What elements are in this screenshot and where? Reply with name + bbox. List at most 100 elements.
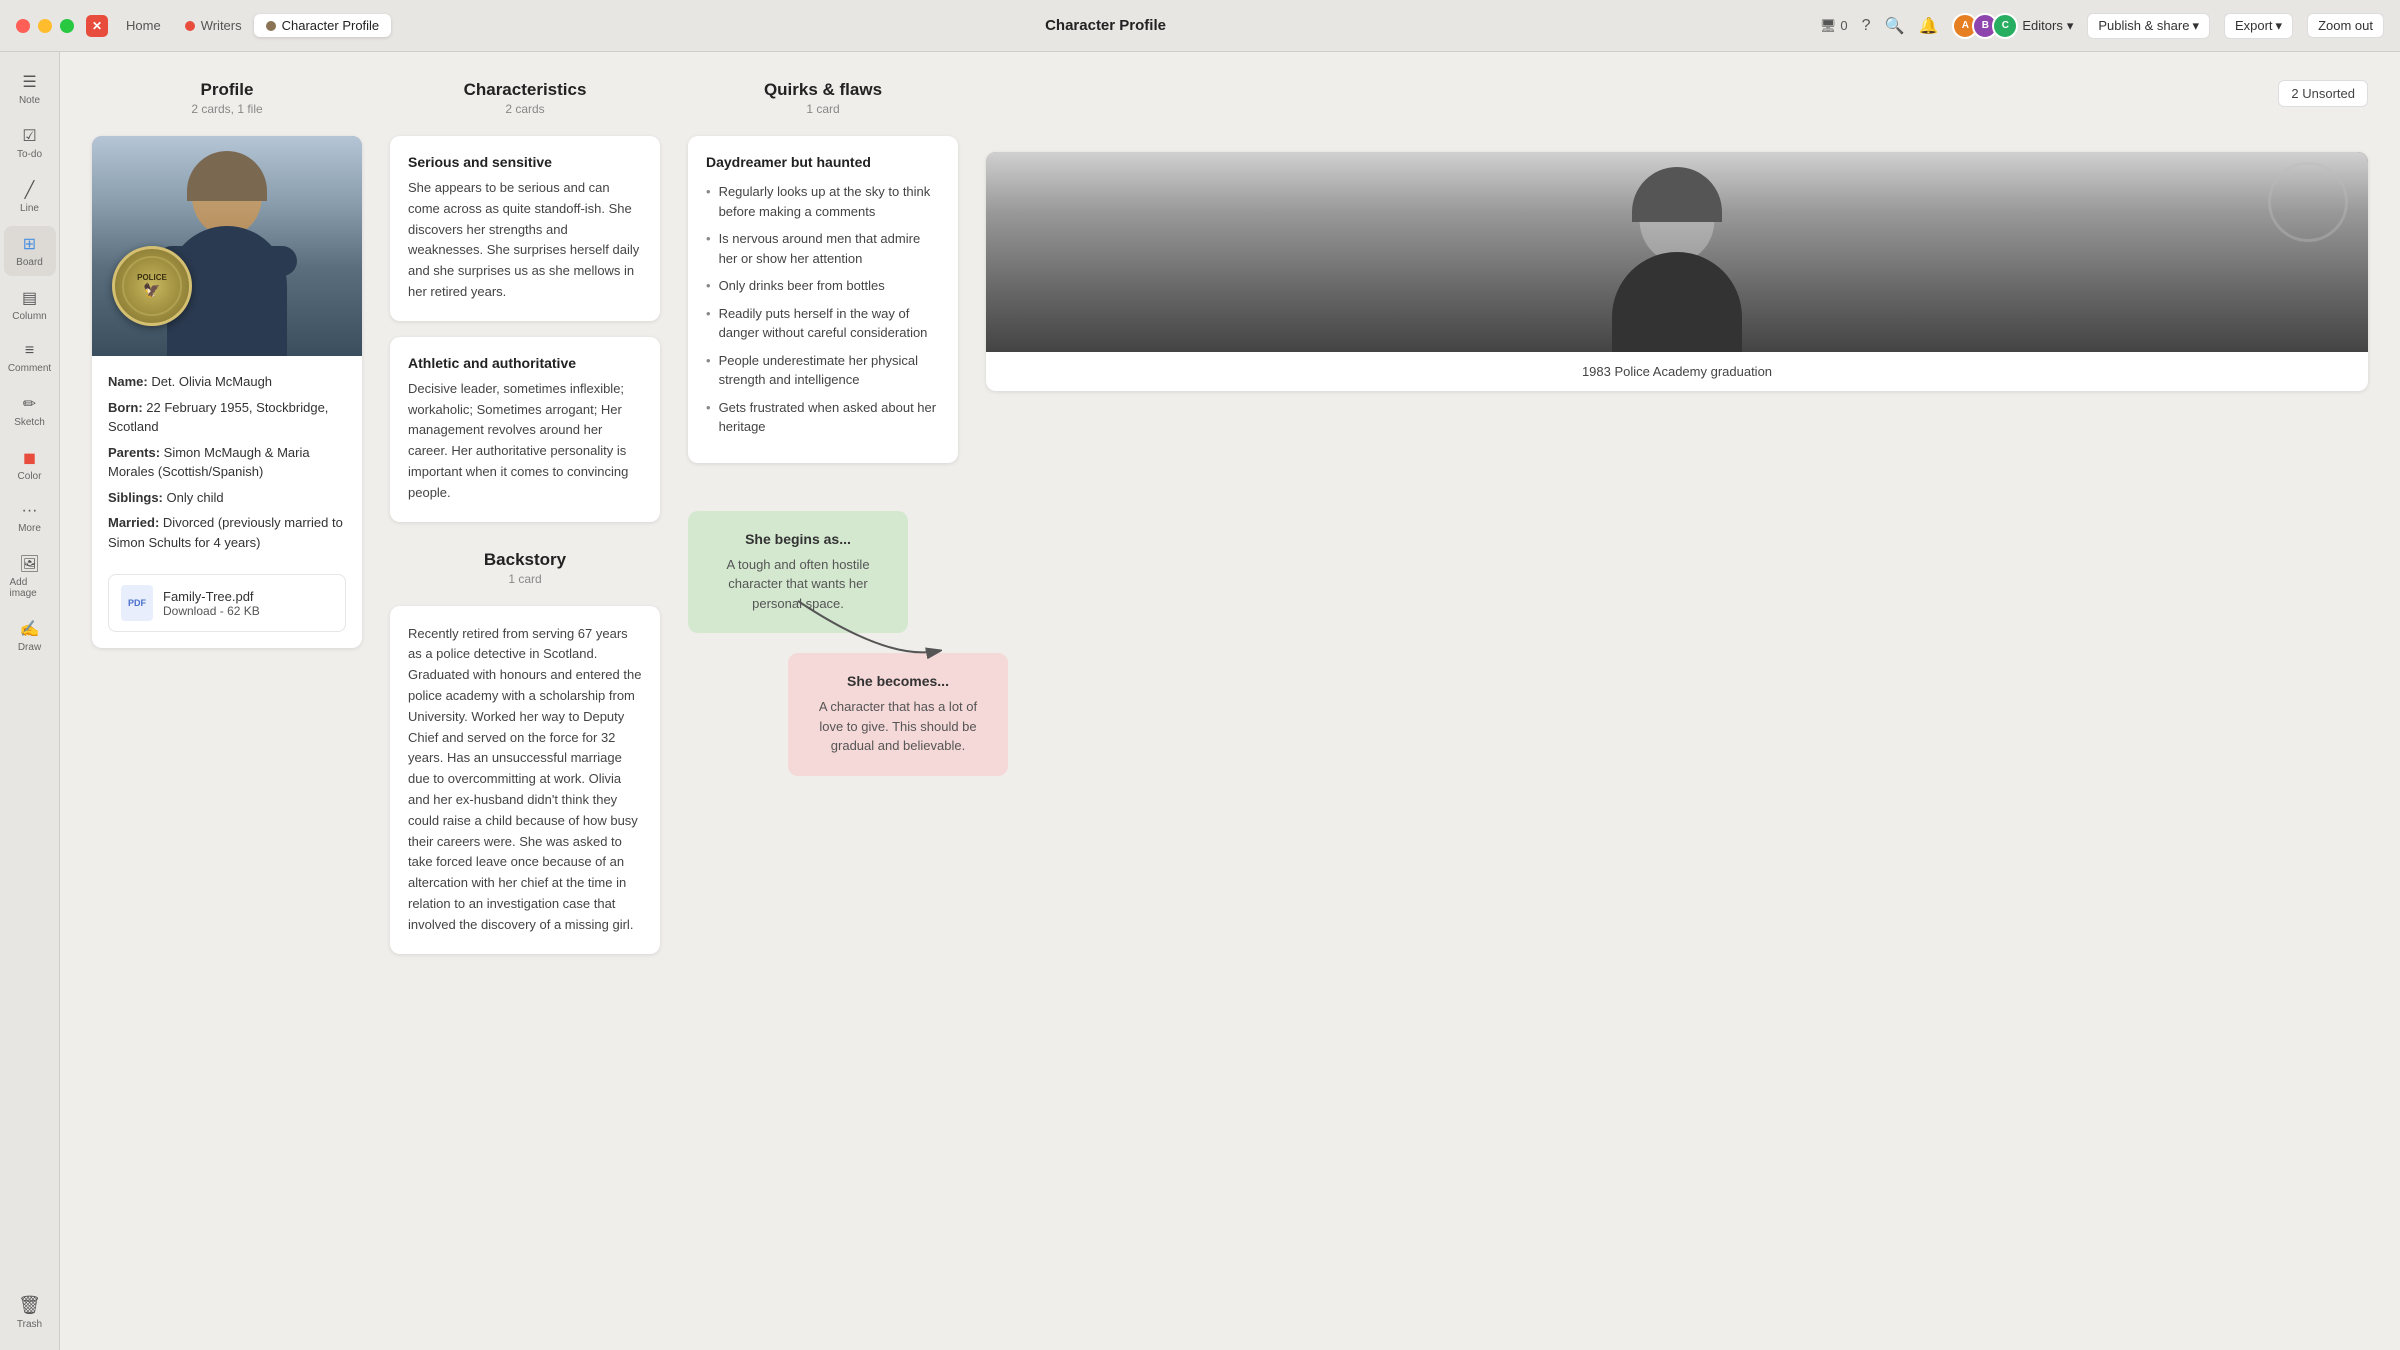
zoom-button[interactable]: Zoom out (2307, 13, 2384, 38)
traffic-lights (16, 19, 74, 33)
file-name: Family-Tree.pdf (163, 589, 260, 604)
quirks-column-subtitle: 1 card (688, 102, 958, 116)
sidebar-item-note[interactable]: ☰ Note (4, 64, 56, 114)
export-button[interactable]: Export ▾ (2224, 13, 2293, 39)
badge-inner: POLICE 🦅 (122, 256, 182, 316)
backstory-column-header: Backstory 1 card (390, 550, 660, 590)
characteristics-column: Characteristics 2 cards Serious and sens… (390, 80, 660, 954)
export-label: Export (2235, 18, 2273, 33)
characteristics-column-title: Characteristics (390, 80, 660, 100)
titlebar-title: Character Profile (1045, 17, 1166, 34)
monitor-icon: 🖥 (1820, 18, 1837, 34)
line-icon: ╱ (25, 180, 35, 200)
sidebar-todo-label: To-do (17, 149, 42, 160)
sidebar-item-board[interactable]: ⊞ Board (4, 226, 56, 276)
publish-share-button[interactable]: Publish & share ▾ (2087, 13, 2210, 39)
siblings-value: Only child (167, 490, 224, 505)
draw-icon: ✍ (20, 619, 40, 639)
characteristics-column-header: Characteristics 2 cards (390, 80, 660, 116)
sidebar-item-color[interactable]: ◼ Color (4, 440, 56, 490)
sidebar-item-column[interactable]: ▤ Column (4, 280, 56, 330)
parents-label: Parents: (108, 445, 160, 460)
editors-button[interactable]: A B C Editors ▾ (1952, 13, 2073, 39)
bell-icon[interactable]: 🔔 (1918, 16, 1938, 36)
sidebar-item-more[interactable]: ··· More (4, 494, 56, 542)
sidebar-item-todo[interactable]: ☑ To-do (4, 118, 56, 168)
arc-begins-card: She begins as... A tough and often hosti… (688, 511, 908, 634)
profile-born: Born: 22 February 1955, Stockbridge, Sco… (108, 398, 346, 437)
profile-siblings: Siblings: Only child (108, 488, 346, 508)
profile-name: Name: Det. Olivia McMaugh (108, 372, 346, 392)
profile-info: Name: Det. Olivia McMaugh Born: 22 Febru… (92, 356, 362, 574)
sidebar-more-label: More (18, 523, 41, 534)
notification-count: 0 (1840, 18, 1847, 33)
quirks-card-title: Daydreamer but haunted (706, 154, 940, 170)
profile-parents: Parents: Simon McMaugh & Maria Morales (… (108, 443, 346, 482)
char-card-1: Serious and sensitive She appears to be … (390, 136, 660, 321)
sidebar-column-label: Column (12, 311, 46, 322)
sidebar-item-line[interactable]: ╱ Line (4, 172, 56, 222)
file-info: Family-Tree.pdf Download - 62 KB (163, 589, 260, 618)
help-icon[interactable]: ? (1862, 17, 1871, 35)
column-icon: ▤ (22, 288, 37, 308)
sidebar-color-label: Color (18, 471, 42, 482)
color-icon: ◼ (23, 448, 36, 468)
board-icon: ⊞ (23, 234, 36, 254)
file-download-info: Download - 62 KB (163, 604, 260, 618)
quirks-list: Regularly looks up at the sky to think b… (706, 182, 940, 437)
married-label: Married: (108, 515, 159, 530)
sidebar-item-sketch[interactable]: ✏ Sketch (4, 386, 56, 436)
list-item: People underestimate her physical streng… (706, 351, 940, 390)
tab-character-profile[interactable]: Character Profile (254, 14, 392, 37)
minimize-button[interactable] (38, 19, 52, 33)
char-text-1: She appears to be serious and can come a… (408, 178, 642, 303)
todo-icon: ☑ (22, 126, 36, 146)
quirks-column: Quirks & flaws 1 card Daydreamer but hau… (688, 80, 958, 811)
sidebar-add-image-label: Add image (10, 577, 50, 599)
sidebar-item-trash[interactable]: 🗑 Trash (4, 1287, 56, 1338)
list-item: Only drinks beer from bottles (706, 276, 940, 296)
char-title-2: Athletic and authoritative (408, 355, 642, 371)
sidebar-item-comment[interactable]: ≡ Comment (4, 334, 56, 382)
char-title-1: Serious and sensitive (408, 154, 642, 170)
tab-writers-label: Writers (201, 18, 242, 33)
arc-begins-title: She begins as... (708, 531, 888, 547)
profile-column-subtitle: 2 cards, 1 file (92, 102, 362, 116)
photo-caption: 1983 Police Academy graduation (986, 352, 2368, 391)
sketch-icon: ✏ (23, 394, 36, 414)
download-link[interactable]: Download (163, 604, 216, 618)
sidebar-line-label: Line (20, 203, 39, 214)
sidebar-board-label: Board (16, 257, 43, 268)
siblings-label: Siblings: (108, 490, 163, 505)
export-chevron-icon: ▾ (2276, 18, 2283, 34)
tab-profile-dot (266, 21, 276, 31)
close-button[interactable] (16, 19, 30, 33)
backstory-text: Recently retired from serving 67 years a… (408, 624, 642, 936)
born-label: Born: (108, 400, 143, 415)
list-item: Gets frustrated when asked about her her… (706, 398, 940, 437)
name-label: Name: (108, 374, 148, 389)
backstory-card: Recently retired from serving 67 years a… (390, 606, 660, 954)
tab-home[interactable]: Home (114, 14, 173, 37)
tab-writers[interactable]: Writers (173, 14, 254, 37)
sidebar-item-add-image[interactable]: 🖼 Add image (4, 546, 56, 607)
editors-label: Editors (2022, 18, 2062, 33)
sidebar-draw-label: Draw (18, 642, 41, 653)
quirks-column-header: Quirks & flaws 1 card (688, 80, 958, 116)
profile-photo-card: POLICE 🦅 Name: Det. Olivia McMaugh (92, 136, 362, 648)
file-separator: - (220, 604, 227, 618)
maximize-button[interactable] (60, 19, 74, 33)
sidebar-note-label: Note (19, 95, 40, 106)
search-icon[interactable]: 🔍 (1885, 16, 1905, 36)
fourth-column: 1983 Police Academy graduation (986, 80, 2368, 391)
sort-button[interactable]: 2 Unsorted (2278, 80, 2368, 107)
cards-grid: Profile 2 cards, 1 file (92, 80, 2368, 954)
profile-column-title: Profile (92, 80, 362, 100)
notification-btn[interactable]: 🖥 0 (1820, 18, 1848, 34)
publish-chevron-icon: ▾ (2192, 18, 2199, 34)
trash-icon: 🗑 (18, 1295, 41, 1316)
tab-character-profile-label: Character Profile (282, 18, 380, 33)
titlebar-right: 🖥 0 ? 🔍 🔔 A B C Editors ▾ Publish & shar… (1820, 13, 2384, 39)
sidebar-item-draw[interactable]: ✍ Draw (4, 611, 56, 661)
note-icon: ☰ (22, 72, 36, 92)
